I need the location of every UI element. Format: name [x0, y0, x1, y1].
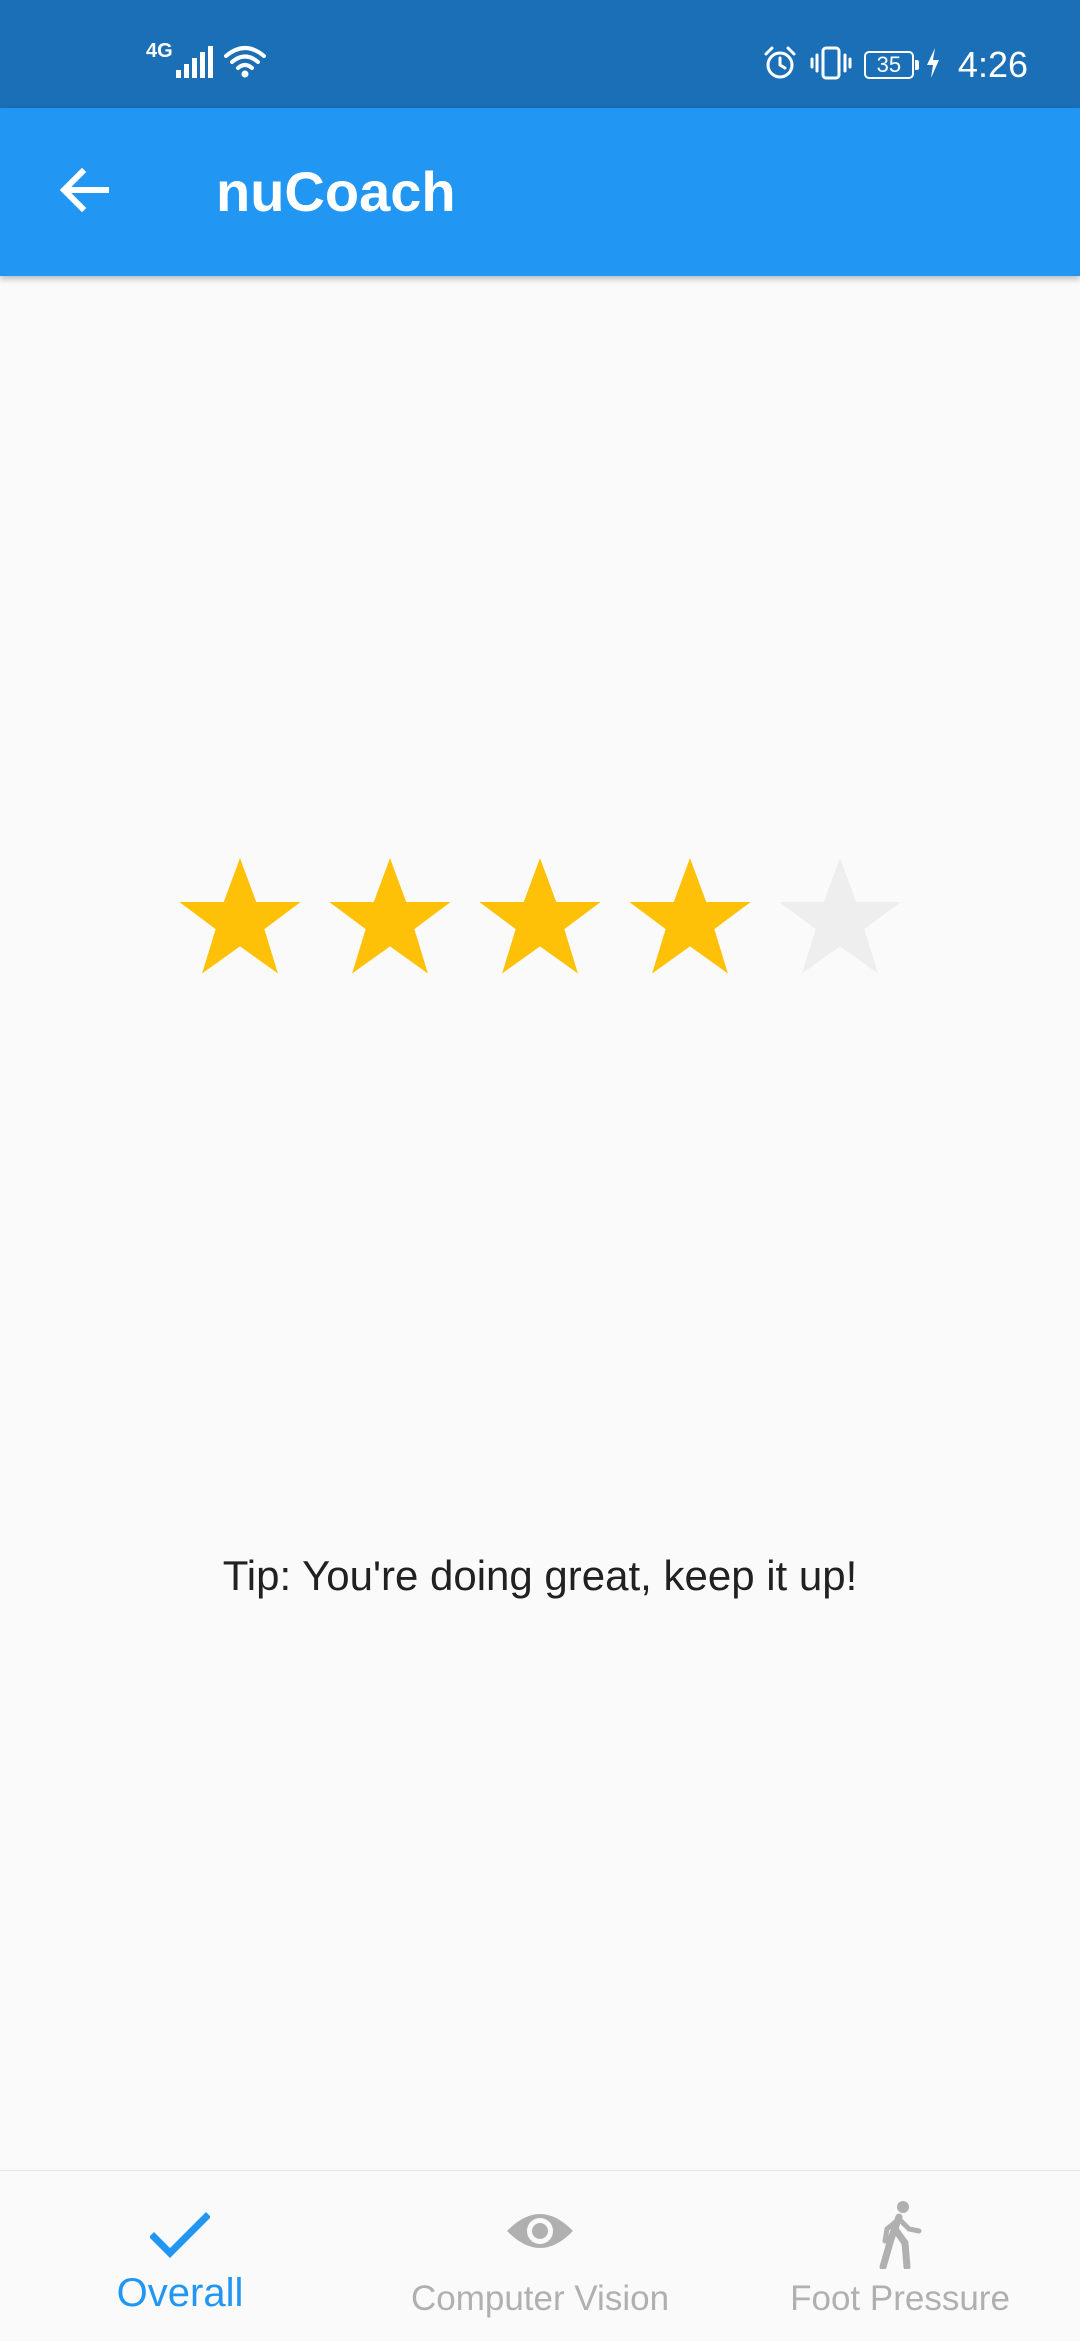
arrow-back-icon [56, 162, 112, 223]
clock: 4:26 [957, 44, 1028, 85]
star-1 [179, 858, 301, 974]
signal-icon [175, 44, 213, 83]
star-3 [479, 858, 601, 974]
status-left: 4G [146, 40, 267, 86]
network-type: 4G [146, 39, 173, 62]
nav-label-foot-pressure: Foot Pressure [790, 2279, 1010, 2318]
nav-item-overall[interactable]: Overall [0, 2171, 360, 2341]
walking-icon [720, 2199, 1080, 2269]
status-right: 35 4:26 [762, 40, 1028, 90]
battery-indicator: 35 [863, 51, 919, 79]
nav-label-overall: Overall [116, 2271, 244, 2315]
app-bar: nuCoach [0, 108, 1080, 276]
tip-text: Tip: You're doing great, keep it up! [222, 1552, 858, 1599]
app-title: nuCoach [216, 160, 456, 223]
alarm-icon [762, 45, 798, 86]
nav-label-computer-vision: Computer Vision [410, 2279, 670, 2318]
nav-item-foot-pressure[interactable]: Foot Pressure [720, 2171, 1080, 2341]
vibrate-icon [810, 45, 852, 86]
nav-item-computer-vision[interactable]: Computer Vision [360, 2171, 720, 2341]
check-icon [0, 2211, 360, 2261]
status-bar: 4G 35 4:26 [0, 0, 1080, 108]
star-4 [629, 858, 751, 974]
bottom-navigation: Overall Computer Vision Foot Pressure [0, 2170, 1080, 2341]
star-5 [779, 858, 901, 974]
charging-icon [926, 47, 940, 83]
star-2 [329, 858, 451, 974]
wifi-icon [223, 43, 267, 84]
back-button[interactable] [42, 150, 126, 234]
star-rating [175, 850, 905, 980]
eye-icon [360, 2207, 720, 2255]
